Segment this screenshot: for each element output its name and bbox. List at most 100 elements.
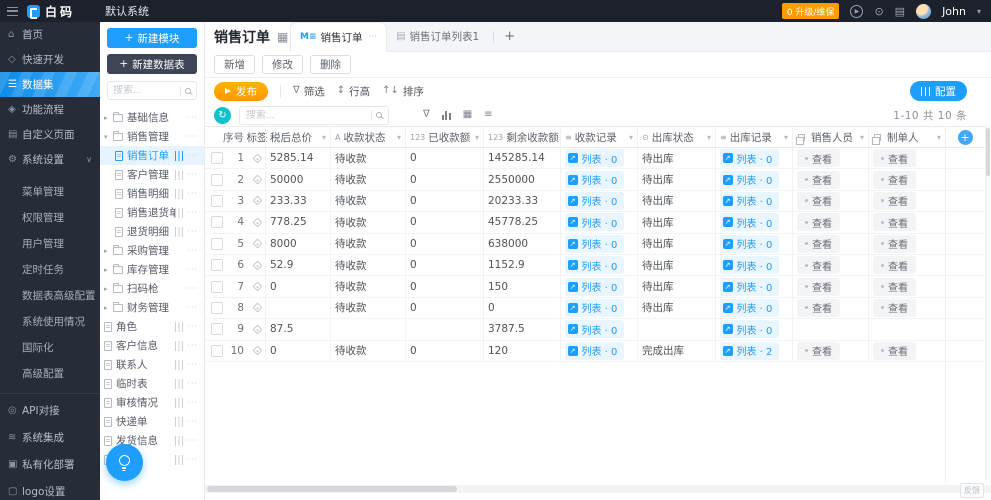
column-header[interactable]: ≡ 收款记录 ▾ bbox=[560, 127, 637, 147]
row-checkbox[interactable] bbox=[211, 301, 223, 314]
chevron-collapsed-icon[interactable]: ▸ bbox=[104, 266, 113, 274]
sidebar-item-custom-page[interactable]: ▤ 自定义页面 bbox=[0, 122, 100, 147]
filter-settings-icon[interactable] bbox=[175, 188, 184, 199]
column-header[interactable]: 123剩余收款额▾ bbox=[483, 127, 560, 147]
search-icon[interactable] bbox=[376, 112, 382, 118]
chevron-collapsed-icon[interactable]: ▸ bbox=[104, 285, 113, 293]
sidebar-item-flow[interactable]: ◈ 功能流程 bbox=[0, 97, 100, 122]
menu-toggle-icon[interactable] bbox=[7, 6, 18, 16]
list-link-button[interactable]: ↗ 列表 · 0 bbox=[720, 170, 780, 189]
more-icon[interactable]: ··· bbox=[187, 284, 198, 293]
publish-button[interactable]: 发布 bbox=[214, 81, 268, 101]
config-button[interactable]: 配置 bbox=[910, 81, 967, 101]
column-dropdown-icon[interactable]: ▾ bbox=[705, 133, 711, 142]
more-icon[interactable]: ··· bbox=[187, 417, 198, 426]
chevron-collapsed-icon[interactable]: ▸ bbox=[104, 304, 113, 312]
filter-settings-icon[interactable] bbox=[175, 435, 184, 446]
sidebar-item-logo-settings[interactable]: ▢ logo设置 bbox=[0, 478, 100, 500]
view-link-button[interactable]: 查看 bbox=[797, 341, 840, 360]
user-avatar[interactable] bbox=[916, 3, 932, 19]
list-link-button[interactable]: ↗ 列表 · 0 bbox=[565, 213, 625, 232]
tag-icon[interactable] bbox=[252, 153, 262, 164]
filter-settings-icon[interactable] bbox=[175, 226, 184, 237]
filter-settings-icon[interactable] bbox=[175, 416, 184, 427]
row-checkbox[interactable] bbox=[211, 173, 223, 186]
column-dropdown-icon[interactable]: ▾ bbox=[320, 133, 326, 142]
column-dropdown-icon[interactable]: ▾ bbox=[782, 133, 788, 142]
tree-item[interactable]: 快递单 ··· bbox=[100, 412, 204, 431]
sidebar-item-integration[interactable]: ≋ 系统集成 bbox=[0, 424, 100, 451]
tag-icon[interactable] bbox=[252, 238, 262, 249]
row-checkbox[interactable] bbox=[211, 216, 223, 229]
delete-record-button[interactable]: 删除 bbox=[310, 55, 351, 74]
view-link-button[interactable]: 查看 bbox=[797, 170, 840, 189]
list-link-button[interactable]: ↗ 列表 · 0 bbox=[565, 277, 625, 296]
table-search-input[interactable] bbox=[246, 109, 367, 121]
filter-settings-icon[interactable] bbox=[175, 454, 184, 465]
more-icon[interactable]: ··· bbox=[187, 151, 198, 160]
view-link-button[interactable]: 查看 bbox=[797, 234, 840, 253]
list-link-button[interactable]: ↗ 列表 · 0 bbox=[565, 320, 625, 339]
pivot-icon[interactable]: ▦ bbox=[463, 110, 472, 120]
list-link-button[interactable]: ↗ 列表 · 0 bbox=[565, 341, 625, 360]
view-link-button[interactable]: 查看 bbox=[873, 213, 916, 232]
refresh-button[interactable]: ↻ bbox=[214, 106, 231, 124]
system-menu[interactable]: 默认系统 bbox=[105, 3, 149, 19]
row-checkbox[interactable] bbox=[211, 259, 223, 272]
view-link-button[interactable]: 查看 bbox=[873, 341, 916, 360]
sidebar-item-home[interactable]: ⌂ 首页 bbox=[0, 22, 100, 47]
tag-icon[interactable] bbox=[252, 302, 262, 313]
column-dropdown-icon[interactable]: ▾ bbox=[395, 133, 401, 142]
view-link-button[interactable]: 查看 bbox=[797, 213, 840, 232]
tree-item[interactable]: ▸ 扫码枪 ··· bbox=[100, 279, 204, 298]
sidebar-subitem[interactable]: 系统使用情况 bbox=[0, 308, 100, 334]
view-link-button[interactable]: 查看 bbox=[873, 298, 916, 317]
chart-icon[interactable] bbox=[441, 110, 451, 120]
column-dropdown-icon[interactable]: ▾ bbox=[935, 133, 941, 142]
list-link-button[interactable]: ↗ 列表 · 0 bbox=[720, 213, 780, 232]
tag-icon[interactable] bbox=[252, 196, 262, 206]
tag-icon[interactable] bbox=[252, 174, 262, 185]
list-link-button[interactable]: ↗ 列表 · 0 bbox=[720, 256, 780, 275]
tree-search-input[interactable] bbox=[113, 85, 165, 96]
view-link-button[interactable]: 查看 bbox=[873, 256, 916, 275]
sidebar-subitem[interactable]: 权限管理 bbox=[0, 204, 100, 230]
more-icon[interactable]: ··· bbox=[187, 322, 198, 331]
more-icon[interactable]: ··· bbox=[187, 265, 198, 274]
tab-sales-order[interactable]: M≡ 销售订单 ··· bbox=[290, 22, 388, 52]
tree-item[interactable]: 销售明细 ··· bbox=[100, 184, 204, 203]
view-link-button[interactable]: 查看 bbox=[797, 298, 840, 317]
idea-fab-button[interactable] bbox=[106, 444, 143, 481]
column-header[interactable]: 销售人员 ▾ bbox=[792, 127, 868, 147]
more-icon[interactable]: ··· bbox=[187, 379, 198, 388]
more-icon[interactable]: ··· bbox=[187, 341, 198, 350]
view-link-button[interactable]: 查看 bbox=[797, 277, 840, 296]
view-link-button[interactable]: 查看 bbox=[797, 149, 840, 168]
more-icon[interactable]: ··· bbox=[187, 246, 198, 255]
row-lines-icon[interactable]: ≡ bbox=[484, 110, 492, 120]
filter-settings-icon[interactable] bbox=[175, 321, 184, 332]
sidebar-item-dataset[interactable]: ☰ 数据集 bbox=[0, 72, 100, 97]
row-checkbox[interactable] bbox=[211, 344, 223, 357]
add-column-button[interactable]: + bbox=[957, 129, 973, 145]
view-link-button[interactable]: 查看 bbox=[873, 170, 916, 189]
tree-item[interactable]: 联系人 ··· bbox=[100, 355, 204, 374]
user-name[interactable]: John bbox=[942, 5, 966, 18]
tab-sales-order-list1[interactable]: ▤ 销售订单列表1 bbox=[387, 22, 488, 51]
sidebar-subitem[interactable]: 菜单管理 bbox=[0, 178, 100, 204]
more-icon[interactable]: ··· bbox=[187, 436, 198, 445]
new-module-button[interactable]: + 新建模块 bbox=[107, 28, 197, 48]
vertical-scrollbar[interactable] bbox=[985, 126, 991, 483]
sort-button[interactable]: ↑↓ 排序 bbox=[382, 84, 424, 99]
more-icon[interactable]: ··· bbox=[187, 303, 198, 312]
filter-button[interactable]: ∇ 筛选 bbox=[293, 84, 325, 99]
feedback-tab[interactable]: 反馈 bbox=[960, 483, 984, 498]
sidebar-item-api[interactable]: ◎ API对接 bbox=[0, 397, 100, 424]
tree-item[interactable]: 销售订单 ··· bbox=[100, 146, 204, 165]
list-link-button[interactable]: ↗ 列表 · 0 bbox=[720, 191, 780, 210]
tree-item[interactable]: 客户管理 ··· bbox=[100, 165, 204, 184]
filter-settings-icon[interactable] bbox=[175, 397, 184, 408]
add-view-button[interactable]: + bbox=[499, 29, 520, 44]
more-icon[interactable]: ··· bbox=[187, 455, 198, 464]
tag-icon[interactable] bbox=[252, 217, 262, 228]
